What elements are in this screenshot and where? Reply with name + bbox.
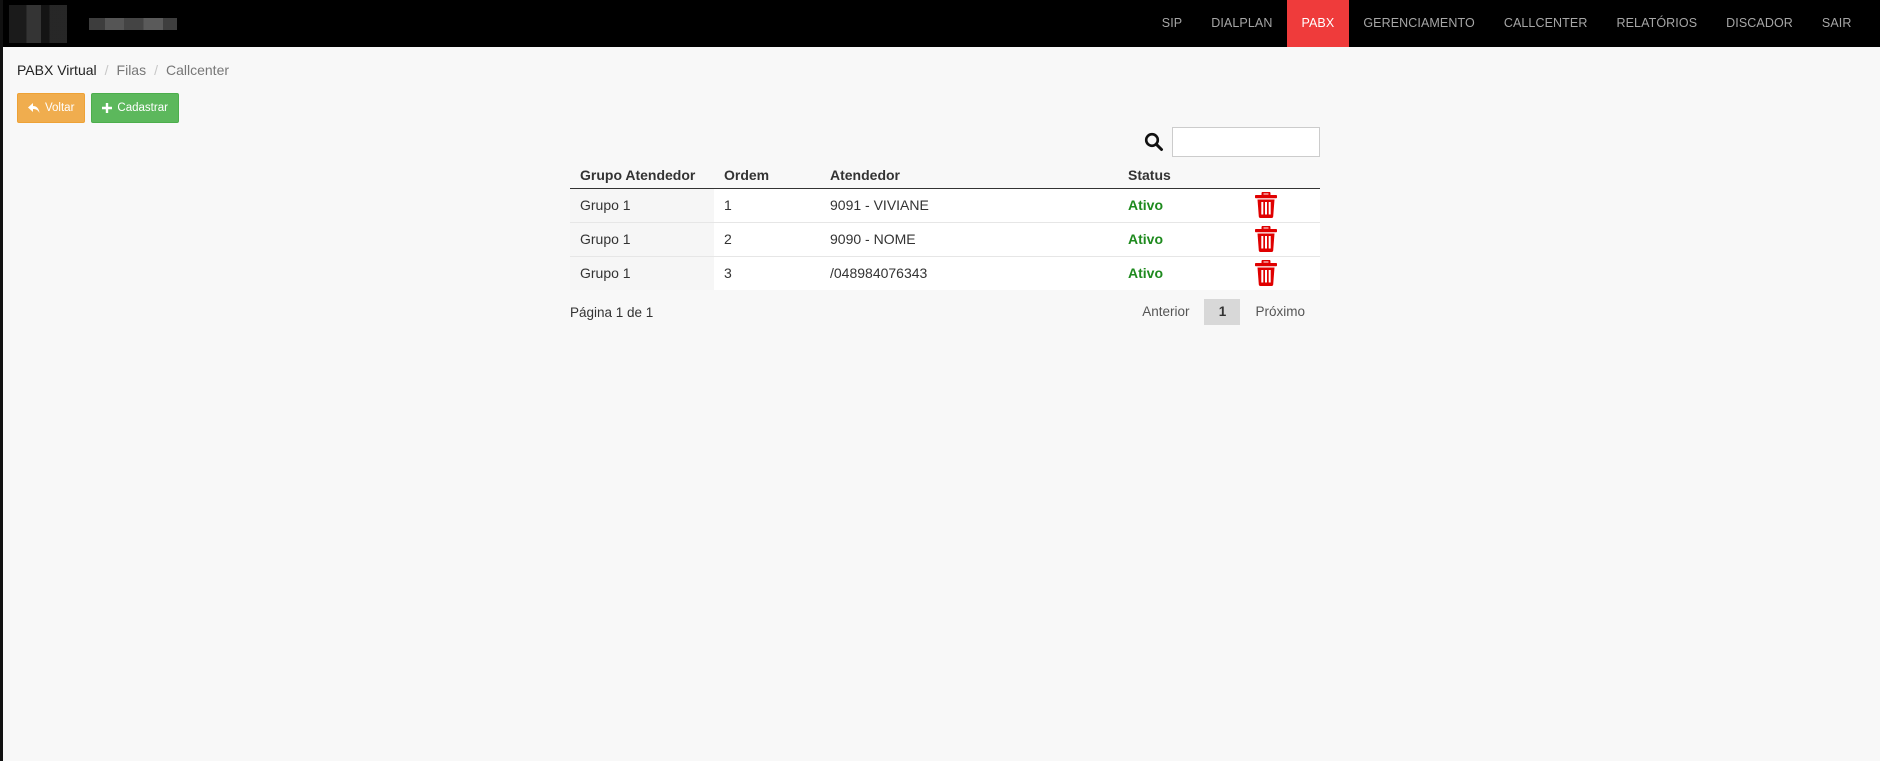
breadcrumb-separator: / [154, 62, 158, 78]
logo-image [9, 4, 67, 43]
action-buttons: Voltar Cadastrar [17, 93, 179, 123]
queue-members-panel: Grupo Atendedor Ordem Atendedor Status G… [570, 127, 1320, 325]
breadcrumb-callcenter: Callcenter [165, 62, 230, 78]
top-navbar: SIP DIALPLAN PABX GERENCIAMENTO CALLCENT… [3, 0, 1880, 47]
create-button[interactable]: Cadastrar [91, 93, 179, 123]
nav-item-gerenciamento[interactable]: GERENCIAMENTO [1349, 0, 1490, 47]
queue-members-table: Grupo Atendedor Ordem Atendedor Status G… [570, 163, 1320, 290]
nav-item-sair[interactable]: SAIR [1807, 0, 1866, 47]
trash-icon[interactable] [1255, 192, 1277, 218]
pagination-prev[interactable]: Anterior [1127, 299, 1204, 325]
nav-item-dialplan[interactable]: DIALPLAN [1197, 0, 1287, 47]
reply-icon [28, 102, 40, 113]
logo-text [89, 17, 177, 30]
breadcrumb: PABX Virtual / Filas / Callcenter [17, 62, 229, 78]
nav-item-pabx[interactable]: PABX [1286, 0, 1349, 47]
nav-item-relatorios[interactable]: RELATÓRIOS [1602, 0, 1712, 47]
cell-status: Ativo [1118, 188, 1212, 222]
column-header-order[interactable]: Ordem [714, 163, 820, 189]
breadcrumb-separator: / [104, 62, 109, 78]
breadcrumb-filas[interactable]: Filas [117, 62, 147, 78]
search-icon [1144, 132, 1163, 151]
table-row: Grupo 1 1 9091 - VIVIANE Ativo [570, 188, 1320, 222]
cell-order: 2 [714, 221, 820, 256]
plus-icon [102, 103, 113, 113]
cell-order: 3 [714, 255, 820, 290]
column-header-actions [1212, 163, 1320, 189]
column-header-status[interactable]: Status [1118, 163, 1212, 189]
nav-item-discador[interactable]: DISCADOR [1712, 0, 1808, 47]
pagination-page-current[interactable]: 1 [1204, 299, 1241, 325]
status-badge: Ativo [1128, 265, 1163, 282]
trash-icon[interactable] [1255, 226, 1277, 252]
nav-item-sip[interactable]: SIP [1147, 0, 1196, 47]
brand-logo[interactable] [3, 0, 177, 47]
breadcrumb-pabx-virtual[interactable]: PABX Virtual [17, 62, 97, 78]
table-header-row: Grupo Atendedor Ordem Atendedor Status [570, 163, 1320, 189]
cell-actions [1212, 221, 1320, 256]
trash-icon[interactable] [1255, 260, 1277, 287]
cell-agent: 9091 - VIVIANE [820, 188, 1118, 222]
status-badge: Ativo [1128, 197, 1163, 213]
cell-agent: /048984076343 [820, 255, 1118, 290]
page: SIP DIALPLAN PABX GERENCIAMENTO CALLCENT… [0, 0, 1880, 761]
pagination: Anterior 1 Próximo [1127, 299, 1320, 325]
table-row: Grupo 1 2 9090 - NOME Ativo [570, 221, 1320, 256]
cell-order: 1 [714, 188, 820, 222]
back-button[interactable]: Voltar [17, 93, 86, 123]
cell-actions [1212, 255, 1320, 290]
table-footer: Página 1 de 1 Anterior 1 Próximo [570, 299, 1320, 325]
table-row: Grupo 1 3 /048984076343 Ativo [570, 255, 1320, 290]
column-header-group[interactable]: Grupo Atendedor [570, 163, 714, 189]
pagination-next[interactable]: Próximo [1240, 299, 1320, 325]
cell-group: Grupo 1 [570, 255, 714, 290]
page-info: Página 1 de 1 [570, 304, 654, 320]
cell-actions [1212, 188, 1320, 222]
search-input[interactable] [1172, 127, 1320, 157]
column-header-agent[interactable]: Atendedor [820, 163, 1118, 189]
cell-status: Ativo [1118, 221, 1212, 256]
back-button-label: Voltar [45, 102, 75, 114]
nav-menu: SIP DIALPLAN PABX GERENCIAMENTO CALLCENT… [1147, 0, 1880, 47]
cell-group: Grupo 1 [570, 221, 714, 256]
status-badge: Ativo [1128, 231, 1163, 247]
search-bar [570, 127, 1320, 157]
cell-group: Grupo 1 [570, 188, 714, 222]
cell-agent: 9090 - NOME [820, 221, 1118, 256]
create-button-label: Cadastrar [117, 102, 168, 114]
cell-status: Ativo [1118, 255, 1212, 290]
nav-item-callcenter[interactable]: CALLCENTER [1489, 0, 1602, 47]
